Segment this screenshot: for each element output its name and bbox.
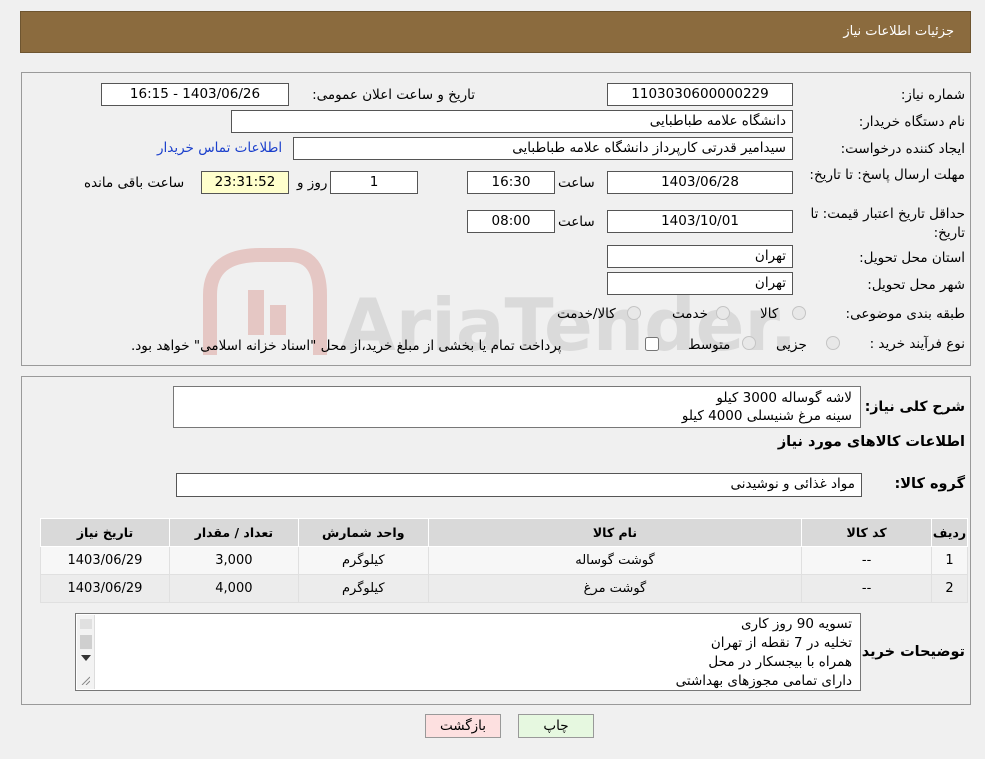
notes-scrollbar[interactable] (77, 615, 95, 689)
city-field[interactable]: تهران (607, 272, 793, 295)
buyer-note-line-3: همراه با بیجسکار در محل (708, 654, 852, 670)
payment-note: پرداخت تمام یا بخشی از مبلغ خرید،از محل … (131, 338, 562, 354)
days-field[interactable]: 1 (330, 171, 418, 194)
deadline-label: مهلت ارسال پاسخ: تا تاریخ: (809, 167, 965, 183)
page-title: جزئیات اطلاعات نیاز (843, 24, 954, 39)
goods-table: ردیف کد کالا نام کالا واحد شمارش تعداد /… (40, 518, 968, 603)
announce-label: تاریخ و ساعت اعلان عمومی: (312, 87, 475, 103)
buyer-note-line-1: تسویه 90 روز کاری (740, 616, 852, 632)
treasury-checkbox[interactable] (645, 337, 659, 351)
buyer-note-line-2: تخلیه در 7 نقطه از تهران (710, 635, 852, 651)
city-label: شهر محل تحویل: (867, 277, 965, 293)
cell-code: -- (801, 546, 933, 575)
buyer-contact-link[interactable]: اطلاعات تماس خریدار (157, 140, 282, 156)
goods-group-label: گروه کالا: (894, 476, 965, 492)
category-service-radio[interactable] (716, 306, 730, 320)
cell-row: 2 (931, 574, 968, 603)
goods-section-title: اطلاعات کالاهای مورد نیاز (777, 434, 965, 450)
buyer-org-field[interactable]: دانشگاه علامه طباطبایی (231, 110, 793, 133)
creator-label: ایجاد کننده درخواست: (840, 141, 965, 157)
validity-date-field[interactable]: 1403/10/01 (607, 210, 793, 233)
col-name: نام کالا (427, 518, 803, 547)
days-label: روز و (297, 175, 328, 191)
cell-name: گوشت مرغ (427, 574, 803, 603)
process-medium-label: متوسط (688, 337, 731, 353)
cell-date: 1403/06/29 (40, 546, 170, 575)
process-label: نوع فرآیند خرید : (869, 336, 965, 352)
category-service-label: خدمت (672, 306, 708, 322)
col-row: ردیف (931, 518, 968, 547)
deadline-date-field[interactable]: 1403/06/28 (607, 171, 793, 194)
resize-grip-icon[interactable] (80, 675, 90, 685)
announce-field[interactable]: 1403/06/26 - 16:15 (101, 83, 289, 106)
scroll-thumb[interactable] (80, 619, 92, 629)
province-label: استان محل تحویل: (859, 250, 965, 266)
col-unit: واحد شمارش (297, 518, 429, 547)
cell-row: 1 (931, 546, 968, 575)
table-row[interactable]: 2 -- گوشت مرغ کیلوگرم 4,000 1403/06/29 (40, 574, 968, 603)
scroll-down-icon[interactable] (81, 655, 91, 663)
description-line-1: لاشه گوساله 3000 کیلو (716, 390, 852, 406)
scroll-track[interactable] (80, 635, 92, 649)
back-button[interactable]: بازگشت (425, 714, 501, 738)
category-both-radio[interactable] (627, 306, 641, 320)
buyer-notes-textarea[interactable]: تسویه 90 روز کاری تخلیه در 7 نقطه از تهر… (75, 613, 861, 691)
province-field[interactable]: تهران (607, 245, 793, 268)
cell-name: گوشت گوساله (427, 546, 803, 575)
cell-code: -- (801, 574, 933, 603)
goods-group-field[interactable]: مواد غذائی و نوشیدنی (176, 473, 862, 497)
validity-time-label: ساعت (558, 214, 595, 230)
description-label: شرح کلی نیاز: (864, 399, 965, 415)
cell-qty: 3,000 (168, 546, 299, 575)
cell-unit: کیلوگرم (297, 574, 429, 603)
category-goods-label: کالا (760, 306, 779, 322)
need-number-label: شماره نیاز: (900, 87, 965, 103)
deadline-time-label: ساعت (558, 175, 595, 191)
col-code: کد کالا (801, 518, 933, 547)
description-line-2: سینه مرغ شنیسلی 4000 کیلو (681, 408, 852, 424)
creator-field[interactable]: سیدامیر قدرتی کارپرداز دانشگاه علامه طبا… (293, 137, 793, 160)
print-button[interactable]: چاپ (518, 714, 594, 738)
process-minor-radio[interactable] (826, 336, 840, 350)
need-number-field[interactable]: 1103030600000229 (607, 83, 793, 106)
cell-date: 1403/06/29 (40, 574, 170, 603)
category-both-label: کالا/خدمت (557, 306, 616, 322)
col-qty: تعداد / مقدار (168, 518, 299, 547)
validity-label: حداقل تاریخ اعتبار قیمت: تا تاریخ: (810, 206, 965, 241)
cell-unit: کیلوگرم (297, 546, 429, 575)
buyer-note-line-4: دارای تمامی مجوزهای بهداشتی (675, 673, 852, 689)
category-label: طبقه بندی موضوعی: (845, 306, 965, 322)
validity-time-field[interactable]: 08:00 (467, 210, 555, 233)
category-goods-radio[interactable] (792, 306, 806, 320)
cell-qty: 4,000 (168, 574, 299, 603)
description-textarea[interactable]: لاشه گوساله 3000 کیلو سینه مرغ شنیسلی 40… (173, 386, 861, 428)
remaining-label: ساعت باقی مانده (84, 175, 185, 191)
table-header-row: ردیف کد کالا نام کالا واحد شمارش تعداد /… (40, 518, 968, 547)
col-date: تاریخ نیاز (40, 518, 170, 547)
table-row[interactable]: 1 -- گوشت گوساله کیلوگرم 3,000 1403/06/2… (40, 546, 968, 575)
process-minor-label: جزیی (776, 337, 807, 353)
remaining-time-field: 23:31:52 (201, 171, 289, 194)
deadline-time-field[interactable]: 16:30 (467, 171, 555, 194)
page-header: جزئیات اطلاعات نیاز (20, 11, 971, 53)
buyer-org-label: نام دستگاه خریدار: (858, 114, 965, 130)
process-medium-radio[interactable] (742, 336, 756, 350)
